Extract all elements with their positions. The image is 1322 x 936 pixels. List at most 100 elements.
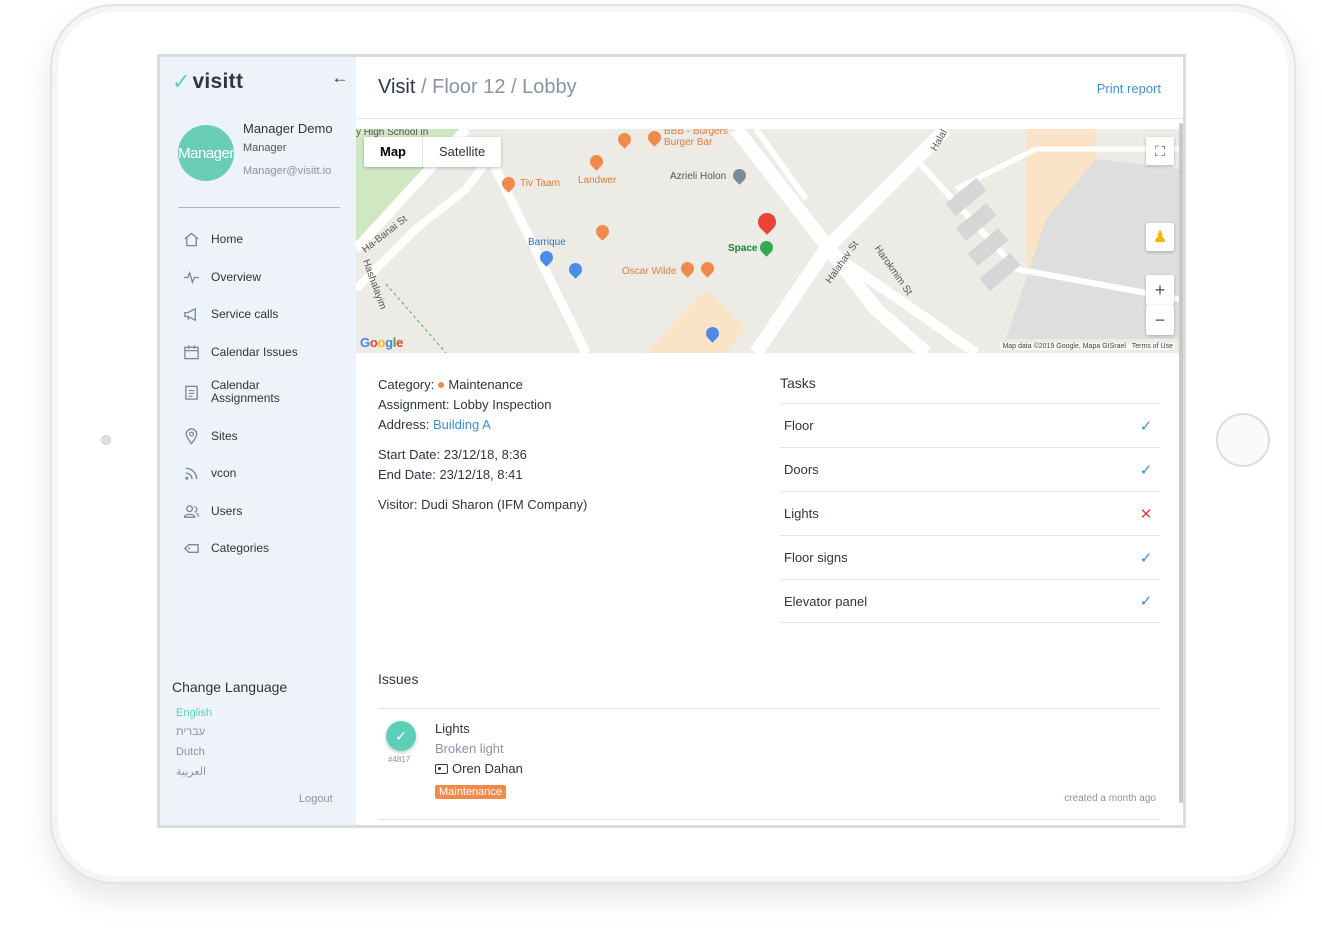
checkmark-icon: ✓: [1139, 417, 1153, 435]
rss-icon: [182, 464, 200, 482]
zoom-in-button[interactable]: +: [1146, 275, 1174, 305]
change-language-title: Change Language: [172, 679, 288, 695]
language-option-english[interactable]: English: [176, 707, 212, 719]
sidebar-item-categories[interactable]: Categories: [182, 536, 269, 560]
address-label: Address:: [378, 417, 430, 432]
sidebar-item-sites[interactable]: Sites: [182, 424, 238, 448]
task-label: Elevator panel: [784, 593, 868, 609]
map-data-text: Map data ©2019 Google, Mapa GISrael: [1002, 343, 1126, 350]
user-role: Manager: [243, 142, 287, 154]
logout-link[interactable]: Logout: [299, 793, 333, 805]
visitor-label: Visitor:: [378, 497, 418, 512]
tasks-list: Floor ✓ Doors ✓ Lights ✕ Floor signs ✓ E…: [780, 403, 1160, 623]
sidebar: ✓ visitt ← Manager Manager Demo Manager …: [160, 57, 356, 825]
language-option-hebrew[interactable]: עברית: [176, 726, 205, 738]
breadcrumb-area: Lobby: [522, 76, 577, 98]
tablet-camera: [101, 435, 111, 445]
map-type-satellite-button[interactable]: Satellite: [423, 137, 501, 167]
visitor-row: Visitor: Dudi Sharon (IFM Company): [378, 495, 758, 515]
fullscreen-icon: ⛶: [1155, 142, 1165, 159]
pulse-icon: [182, 268, 200, 286]
sidebar-item-calendar-issues[interactable]: Calendar Issues: [182, 340, 298, 364]
calendar-icon: [182, 343, 200, 361]
issue-description: Broken light: [435, 741, 504, 756]
breadcrumb-root[interactable]: Visit: [378, 76, 415, 98]
sidebar-item-label: Overview: [211, 269, 262, 284]
sidebar-item-overview[interactable]: Overview: [182, 265, 261, 289]
task-label: Floor signs: [784, 550, 848, 565]
end-date-row: End Date: 23/12/18, 8:41: [378, 465, 758, 485]
sidebar-item-calendar-assignments[interactable]: Calendar Assignments: [182, 377, 291, 407]
language-option-arabic[interactable]: العربية: [176, 765, 206, 778]
category-color-dot: [438, 382, 445, 389]
issue-resolved-check-icon[interactable]: ✓: [386, 721, 416, 751]
sidebar-item-label: Home: [211, 231, 244, 246]
issue-assignee: Oren Dahan: [435, 761, 523, 776]
issue-assignee-name: Oren Dahan: [452, 761, 523, 776]
logo[interactable]: ✓ visitt: [172, 69, 243, 95]
issue-category-tag: Maintenance: [435, 785, 506, 799]
sidebar-item-home[interactable]: Home: [182, 227, 243, 251]
task-row[interactable]: Floor ✓: [780, 403, 1160, 447]
task-row[interactable]: Elevator panel ✓: [780, 579, 1160, 623]
user-name: Manager Demo: [243, 121, 333, 136]
print-report-link[interactable]: Print report: [1097, 81, 1161, 96]
map-poi-label: Space: [728, 243, 758, 254]
page-header: Visit / Floor 12 / Lobby Print report: [356, 57, 1183, 119]
task-row[interactable]: Lights ✕: [780, 491, 1160, 535]
issue-created-time: created a month ago: [1064, 793, 1156, 804]
logo-check-icon: ✓: [172, 69, 191, 94]
sidebar-item-label: vcon: [211, 465, 237, 480]
issue-card[interactable]: ✓ #4817 Lights Broken light Oren Dahan M…: [378, 709, 1160, 819]
breadcrumb-floor[interactable]: Floor 12: [432, 76, 505, 98]
tasks-title: Tasks: [780, 375, 816, 391]
category-value: Maintenance: [448, 377, 523, 392]
language-option-dutch[interactable]: Dutch: [176, 746, 205, 758]
tablet-home-button: [1216, 413, 1270, 467]
zoom-out-button[interactable]: −: [1146, 305, 1174, 335]
breadcrumb-separator: /: [420, 76, 427, 98]
task-row[interactable]: Floor signs ✓: [780, 535, 1160, 579]
cross-icon: ✕: [1139, 505, 1153, 523]
assignment-value: Lobby Inspection: [453, 397, 552, 412]
app-screen: ✓ visitt ← Manager Manager Demo Manager …: [157, 54, 1186, 828]
sidebar-item-service-calls[interactable]: Service calls: [182, 302, 278, 326]
end-date-label: End Date:: [378, 467, 436, 482]
task-row[interactable]: Doors ✓: [780, 447, 1160, 491]
terms-of-use-link[interactable]: Terms of Use: [1132, 343, 1173, 350]
task-label: Floor: [784, 418, 814, 433]
map-type-map-button[interactable]: Map: [364, 137, 423, 167]
address-link[interactable]: Building A: [433, 417, 491, 432]
google-logo: Google: [360, 335, 404, 350]
checkmark-icon: ✓: [1139, 549, 1153, 567]
visitor-value: Dudi Sharon (IFM Company): [421, 497, 588, 512]
task-label: Doors: [784, 462, 819, 477]
avatar[interactable]: Manager: [178, 125, 234, 181]
sidebar-divider: [178, 207, 340, 208]
map[interactable]: y High School in Ha-Banai St Hashalayim …: [356, 129, 1179, 353]
sidebar-item-label: Calendar Assignments: [211, 378, 280, 405]
breadcrumb: Visit / Floor 12 / Lobby: [378, 76, 577, 99]
scrollbar[interactable]: [1179, 123, 1183, 803]
start-date-value: 23/12/18, 8:36: [443, 447, 527, 462]
users-icon: [182, 502, 200, 520]
end-date-value: 23/12/18, 8:41: [439, 467, 523, 482]
collapse-sidebar-button[interactable]: ←: [330, 67, 350, 89]
map-poi-label: Azrieli Holon: [670, 171, 727, 182]
main-content: Visit / Floor 12 / Lobby Print report y …: [356, 57, 1183, 825]
sidebar-item-users[interactable]: Users: [182, 499, 242, 523]
map-poi-label: Landwer: [578, 175, 617, 186]
checkmark-icon: ✓: [1139, 593, 1153, 610]
logo-text: visitt: [192, 70, 244, 93]
sidebar-item-vcon[interactable]: vcon: [182, 461, 236, 485]
category-row: Category: Maintenance: [378, 375, 758, 395]
sidebar-item-label: Users: [211, 503, 243, 518]
pegman-icon: ♟: [1152, 229, 1168, 246]
map-poi-label: Burger Bar: [664, 137, 713, 148]
fullscreen-button[interactable]: ⛶: [1146, 137, 1174, 165]
sidebar-item-label: Service calls: [211, 306, 279, 321]
street-view-button[interactable]: ♟: [1146, 223, 1174, 251]
breadcrumb-separator: /: [511, 76, 517, 98]
visit-details: Category: Maintenance Assignment: Lobby I…: [378, 375, 758, 515]
issue-title: Lights: [435, 721, 470, 736]
